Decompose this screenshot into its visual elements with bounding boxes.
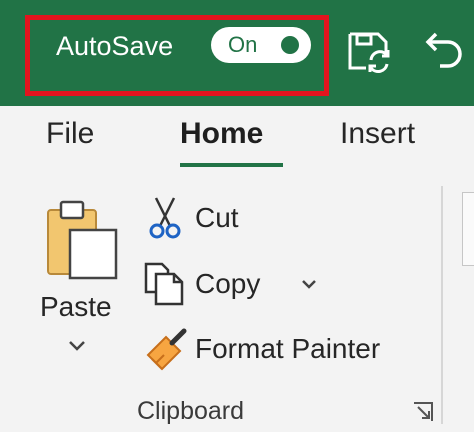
chevron-down-icon[interactable]	[66, 338, 88, 352]
autosave-toggle[interactable]: On	[211, 27, 311, 63]
next-group-edge	[462, 192, 474, 266]
clipboard-group-label: Clipboard	[137, 397, 245, 425]
cut-button[interactable]: Cut	[195, 201, 239, 235]
chevron-down-icon[interactable]	[300, 278, 318, 290]
undo-icon[interactable]	[420, 26, 470, 76]
format-painter-button[interactable]: Format Painter	[195, 332, 380, 366]
tab-home[interactable]: Home	[180, 116, 263, 152]
scissors-icon[interactable]	[148, 196, 182, 240]
save-refresh-icon[interactable]	[344, 26, 394, 76]
paste-icon[interactable]	[44, 196, 126, 282]
group-divider	[441, 186, 443, 424]
copy-icon[interactable]	[142, 260, 188, 306]
autosave-toggle-state: On	[228, 32, 258, 57]
paste-button[interactable]: Paste	[40, 290, 112, 324]
format-painter-icon[interactable]	[142, 327, 190, 373]
copy-button[interactable]: Copy	[195, 267, 260, 301]
active-tab-indicator	[180, 163, 283, 167]
tab-file[interactable]: File	[46, 116, 94, 152]
autosave-label: AutoSave	[56, 31, 174, 61]
dialog-launcher-icon[interactable]	[412, 401, 434, 423]
toggle-knob	[281, 36, 299, 54]
title-bar: AutoSave On	[0, 0, 474, 106]
tab-insert[interactable]: Insert	[340, 116, 415, 152]
